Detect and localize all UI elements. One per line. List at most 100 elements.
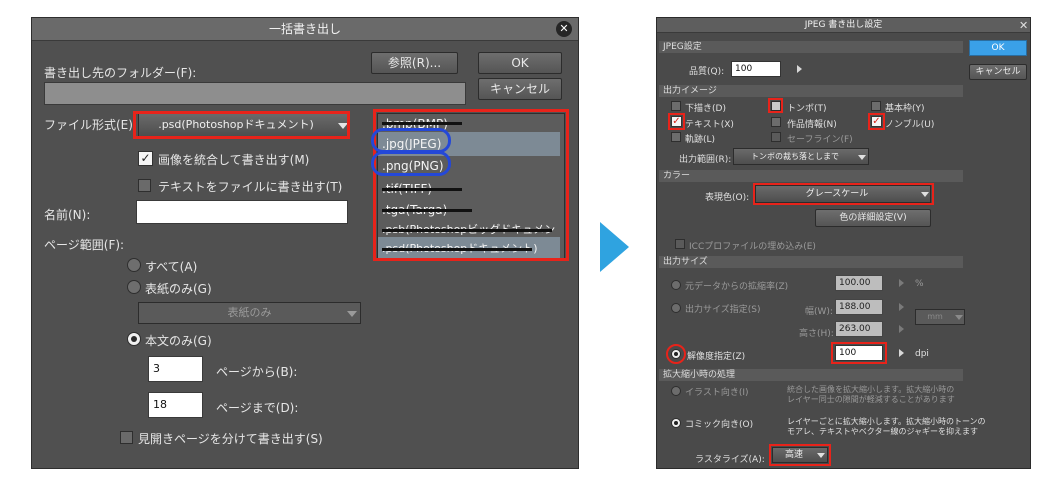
trajectory-checkbox[interactable] — [671, 132, 681, 142]
basic-frame-checkbox[interactable] — [871, 101, 881, 111]
arrow-right-icon — [600, 222, 629, 272]
color-section: カラー — [659, 170, 963, 182]
output-size-spec-label: 出力サイズ指定(S) — [685, 305, 761, 315]
illust-pref-label: イラスト向き(I) — [685, 388, 749, 398]
all-pages-label: すべて(A) — [145, 260, 198, 274]
output-range-value: トンボの裁ち落としまで — [751, 152, 839, 161]
safe-line-checkbox[interactable] — [771, 132, 781, 142]
cover-only-select[interactable]: 表紙のみ — [138, 302, 361, 324]
close-icon[interactable]: ✕ — [1019, 19, 1028, 32]
work-info-checkbox[interactable] — [771, 117, 781, 127]
png-highlight-circle — [371, 151, 451, 176]
merge-images-checkbox[interactable]: ✓ — [138, 151, 153, 166]
quality-input[interactable]: 100 — [731, 61, 781, 77]
browse-button[interactable]: 参照(R)... — [371, 52, 458, 74]
page-range-label: ページ範囲(F): — [44, 238, 125, 252]
draft-checkbox[interactable] — [671, 101, 681, 111]
output-range-select[interactable]: トンボの裁ち落としまで — [733, 148, 869, 165]
color-mode-label: 表現色(O): — [705, 193, 750, 203]
name-label: 名前(N): — [44, 208, 91, 222]
quality-label: 品質(Q): — [689, 67, 725, 77]
tombo-label: トンボ(T) — [787, 104, 827, 114]
merge-images-label: 画像を統合して書き出す(M) — [158, 153, 310, 167]
nombre-label: ノンブル(U) — [885, 120, 935, 130]
width-input[interactable]: 188.00 — [835, 299, 883, 315]
icc-embed-label: ICCプロファイルの埋め込み(E) — [689, 242, 816, 252]
name-input[interactable] — [136, 200, 348, 224]
all-pages-radio[interactable] — [127, 258, 141, 272]
scale-input[interactable]: 100.00 — [835, 275, 883, 291]
chevron-down-icon — [347, 311, 357, 317]
resolution-radio-highlight — [666, 344, 686, 364]
cancel-button[interactable]: キャンセル — [478, 78, 562, 100]
cover-only-label: 表紙のみ(G) — [145, 282, 212, 296]
comic-pref-radio[interactable] — [671, 418, 681, 428]
size-unit-value: mm — [927, 312, 943, 321]
jpeg-settings-title: JPEG 書き出し設定 — [657, 18, 1030, 33]
chevron-down-icon — [955, 315, 963, 320]
batch-export-dialog: 一括書き出し ✕ 書き出し先のフォルダー(F): 参照(R)... OK キャン… — [31, 17, 579, 469]
output-image-section: 出力イメージ — [659, 85, 963, 97]
text-to-file-checkbox[interactable] — [138, 179, 151, 192]
rasterize-label: ラスタライズ(A): — [695, 455, 765, 465]
resolution-highlight-box — [831, 342, 887, 364]
jpeg-settings-section: JPEG設定 — [659, 41, 963, 53]
jpeg-export-settings-dialog: JPEG 書き出し設定 ✕ OK キャンセル JPEG設定 品質(Q): 100… — [656, 17, 1031, 469]
nombre-highlight-box — [868, 113, 885, 130]
to-page-label: ページまで(D): — [216, 401, 299, 415]
close-icon[interactable]: ✕ — [556, 21, 572, 37]
height-label: 高さ(H): — [799, 329, 834, 339]
width-slider-arrow-icon[interactable] — [899, 303, 904, 311]
cancel-button[interactable]: キャンセル — [969, 64, 1027, 80]
text-to-file-label: テキストをファイルに書き出す(T) — [158, 180, 343, 194]
resolution-slider-arrow-icon[interactable] — [899, 349, 904, 357]
illust-pref-description: 統合した画像を拡大縮小します。拡大縮小時の レイヤー同士の隙間が軽減することがあ… — [787, 385, 955, 404]
resolution-unit: dpi — [915, 349, 929, 359]
dest-folder-label: 書き出し先のフォルダー(F): — [44, 66, 197, 80]
format-highlight-box — [133, 111, 350, 139]
comic-pref-label: コミック向き(O) — [685, 420, 754, 430]
basic-frame-label: 基本枠(Y) — [885, 104, 925, 114]
scale-from-original-label: 元データからの拡縮率(Z) — [685, 282, 789, 292]
height-input[interactable]: 263.00 — [835, 321, 883, 337]
scale-slider-arrow-icon[interactable] — [899, 279, 904, 287]
spread-split-label: 見開きページを分けて書き出す(S) — [138, 432, 323, 446]
ok-button[interactable]: OK — [969, 40, 1027, 56]
to-page-input[interactable]: 18 — [148, 392, 203, 418]
width-label: 幅(W): — [805, 307, 833, 317]
color-mode-highlight-box — [753, 183, 934, 205]
safe-line-label: セーフライン(F) — [787, 135, 853, 145]
scale-unit: % — [915, 279, 924, 289]
spread-split-checkbox[interactable] — [120, 431, 133, 444]
illust-pref-radio[interactable] — [671, 386, 681, 396]
output-size-section: 出力サイズ — [659, 256, 963, 268]
rasterize-highlight-box — [769, 444, 831, 466]
quality-slider-arrow-icon[interactable] — [797, 65, 802, 73]
cover-only-radio[interactable] — [127, 280, 141, 294]
output-size-spec-radio[interactable] — [671, 303, 681, 313]
color-detail-button[interactable]: 色の詳細設定(V) — [815, 209, 931, 227]
text-label: テキスト(X) — [685, 120, 734, 130]
text-highlight-box — [668, 113, 685, 130]
icc-embed-checkbox[interactable] — [675, 239, 685, 249]
work-info-label: 作品情報(N) — [787, 120, 837, 130]
cover-only-select-value: 表紙のみ — [227, 306, 272, 319]
from-page-input[interactable]: 3 — [148, 356, 203, 382]
dest-folder-input[interactable] — [44, 82, 466, 105]
batch-export-title: 一括書き出し — [32, 18, 578, 41]
body-only-radio[interactable] — [127, 332, 141, 346]
jpg-highlight-circle — [371, 128, 451, 153]
height-slider-arrow-icon[interactable] — [899, 325, 904, 333]
chevron-down-icon — [858, 155, 866, 160]
scaling-process-section: 拡大縮小時の処理 — [659, 369, 963, 381]
draft-label: 下描き(D) — [685, 104, 726, 114]
resolution-spec-label: 解像度指定(Z) — [687, 352, 746, 362]
from-page-label: ページから(B): — [216, 365, 298, 379]
body-only-label: 本文のみ(G) — [145, 334, 212, 348]
comic-pref-description: レイヤーごとに拡大縮小します。拡大縮小時のトーンの モアレ、テキストやベクター線… — [787, 417, 986, 436]
output-range-label: 出力範囲(R): — [679, 155, 732, 165]
scale-from-original-radio[interactable] — [671, 280, 681, 290]
tombo-highlight-box — [768, 98, 783, 113]
ok-button[interactable]: OK — [478, 52, 562, 74]
trajectory-label: 軌跡(L) — [685, 135, 716, 145]
